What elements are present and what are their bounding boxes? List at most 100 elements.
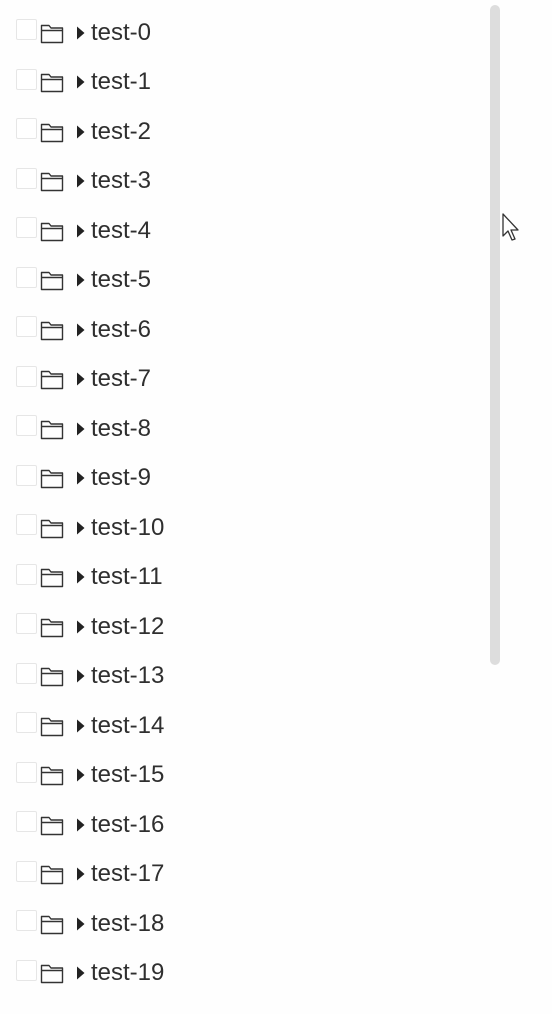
- node-label: test-3: [91, 167, 152, 195]
- caret-right-icon[interactable]: [76, 273, 85, 287]
- caret-right-icon[interactable]: [76, 26, 85, 40]
- mouse-pointer-icon: [502, 213, 519, 241]
- caret-right-icon[interactable]: [76, 521, 85, 535]
- caret-right-icon[interactable]: [76, 224, 85, 238]
- tree-node[interactable]: test-19: [0, 949, 480, 999]
- folder-icon: [40, 420, 64, 439]
- tree-node[interactable]: test-17: [0, 850, 480, 900]
- node-checkbox[interactable]: [16, 860, 37, 882]
- tree-node[interactable]: test-14: [0, 701, 480, 751]
- caret-right-icon[interactable]: [76, 471, 85, 485]
- node-label: test-18: [91, 909, 165, 937]
- folder-icon: [40, 816, 64, 835]
- node-checkbox[interactable]: [16, 217, 37, 239]
- node-label: test-2: [91, 117, 152, 145]
- folder-icon: [40, 24, 64, 43]
- node-checkbox[interactable]: [16, 415, 37, 437]
- folder-icon: [40, 272, 64, 291]
- node-label: test-15: [91, 761, 165, 789]
- tree-node[interactable]: test-4: [0, 206, 480, 256]
- tree-node[interactable]: test-11: [0, 553, 480, 603]
- tree-node[interactable]: test-13: [0, 652, 480, 702]
- node-label: test-5: [91, 266, 152, 294]
- tree-node[interactable]: test-9: [0, 454, 480, 504]
- tree-node[interactable]: test-12: [0, 602, 480, 652]
- caret-right-icon[interactable]: [76, 966, 85, 980]
- folder-icon: [40, 668, 64, 687]
- node-checkbox[interactable]: [16, 712, 37, 734]
- tree-node[interactable]: test-0: [0, 8, 480, 58]
- node-checkbox[interactable]: [16, 910, 37, 932]
- folder-icon: [40, 173, 64, 192]
- node-label: test-6: [91, 315, 152, 343]
- node-label: test-17: [91, 860, 165, 888]
- node-checkbox[interactable]: [16, 365, 37, 387]
- folder-icon: [40, 618, 64, 637]
- node-label: test-16: [91, 810, 165, 838]
- node-checkbox[interactable]: [16, 19, 37, 41]
- caret-right-icon[interactable]: [76, 323, 85, 337]
- folder-icon: [40, 470, 64, 489]
- tree-node[interactable]: test-2: [0, 107, 480, 157]
- folder-icon: [40, 717, 64, 736]
- folder-icon: [40, 123, 64, 142]
- tree-node[interactable]: test-8: [0, 404, 480, 454]
- node-checkbox[interactable]: [16, 563, 37, 585]
- tree-node[interactable]: test-5: [0, 256, 480, 306]
- folder-icon: [40, 965, 64, 984]
- tree-node[interactable]: test-3: [0, 157, 480, 207]
- node-checkbox[interactable]: [16, 959, 37, 981]
- node-label: test-8: [91, 414, 152, 442]
- node-label: test-13: [91, 662, 165, 690]
- node-label: test-0: [91, 18, 152, 46]
- folder-icon: [40, 74, 64, 93]
- node-checkbox[interactable]: [16, 68, 37, 90]
- tree-node[interactable]: test-16: [0, 800, 480, 850]
- node-label: test-4: [91, 216, 152, 244]
- node-label: test-10: [91, 513, 165, 541]
- node-label: test-14: [91, 711, 165, 739]
- caret-right-icon[interactable]: [76, 125, 85, 139]
- tree-view: test-0 test-1 test-2 test-3 test-4 test-5 test…: [0, 8, 480, 998]
- caret-right-icon[interactable]: [76, 372, 85, 386]
- caret-right-icon[interactable]: [76, 917, 85, 931]
- scrollbar-thumb[interactable]: [490, 5, 500, 665]
- node-checkbox[interactable]: [16, 514, 37, 536]
- folder-icon: [40, 519, 64, 538]
- node-checkbox[interactable]: [16, 761, 37, 783]
- tree-node[interactable]: test-1: [0, 58, 480, 108]
- caret-right-icon[interactable]: [76, 768, 85, 782]
- node-checkbox[interactable]: [16, 266, 37, 288]
- tree-node[interactable]: test-6: [0, 305, 480, 355]
- caret-right-icon[interactable]: [76, 818, 85, 832]
- folder-icon: [40, 569, 64, 588]
- tree-node[interactable]: test-18: [0, 899, 480, 949]
- tree-node[interactable]: test-7: [0, 355, 480, 405]
- node-label: test-12: [91, 612, 165, 640]
- folder-icon: [40, 321, 64, 340]
- caret-right-icon[interactable]: [76, 75, 85, 89]
- caret-right-icon[interactable]: [76, 620, 85, 634]
- node-checkbox[interactable]: [16, 613, 37, 635]
- node-checkbox[interactable]: [16, 316, 37, 338]
- node-checkbox[interactable]: [16, 662, 37, 684]
- tree-node[interactable]: test-15: [0, 751, 480, 801]
- folder-icon: [40, 866, 64, 885]
- caret-right-icon[interactable]: [76, 174, 85, 188]
- caret-right-icon[interactable]: [76, 669, 85, 683]
- node-label: test-11: [91, 563, 163, 591]
- folder-icon: [40, 222, 64, 241]
- caret-right-icon[interactable]: [76, 570, 85, 584]
- node-label: test-7: [91, 365, 152, 393]
- caret-right-icon[interactable]: [76, 422, 85, 436]
- node-checkbox[interactable]: [16, 118, 37, 140]
- node-label: test-1: [91, 68, 152, 96]
- tree-node[interactable]: test-10: [0, 503, 480, 553]
- caret-right-icon[interactable]: [76, 719, 85, 733]
- folder-icon: [40, 915, 64, 934]
- node-checkbox[interactable]: [16, 811, 37, 833]
- caret-right-icon[interactable]: [76, 867, 85, 881]
- node-checkbox[interactable]: [16, 464, 37, 486]
- folder-icon: [40, 371, 64, 390]
- node-checkbox[interactable]: [16, 167, 37, 189]
